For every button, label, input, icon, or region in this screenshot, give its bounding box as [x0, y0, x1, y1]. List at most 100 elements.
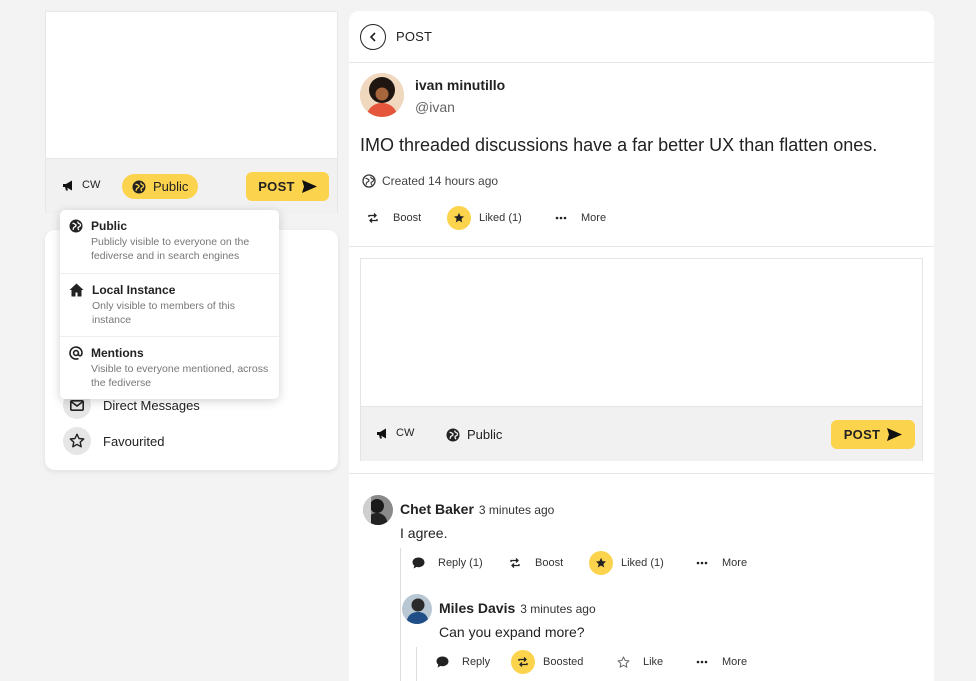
ellipsis-icon [690, 650, 714, 674]
panel-header: POST [349, 11, 934, 63]
comment-author[interactable]: Chet Baker [400, 501, 474, 517]
liked-label: Liked (1) [621, 557, 664, 569]
thread-line [416, 647, 417, 681]
send-icon [301, 180, 317, 193]
reply-composer: CW Public POST [360, 258, 923, 461]
comment-time[interactable]: 3 minutes ago [520, 602, 595, 616]
back-button[interactable] [360, 24, 386, 50]
reply-textarea[interactable] [361, 259, 922, 406]
option-description: Publicly visible to everyone on the fedi… [91, 236, 250, 262]
send-icon [887, 428, 903, 441]
like-button[interactable]: Like [611, 650, 663, 674]
like-label: Like [643, 656, 664, 668]
at-icon [69, 346, 83, 399]
boosted-label: Boosted [543, 656, 584, 668]
option-title: Local Instance [92, 283, 176, 297]
comment-author[interactable]: Miles Davis [439, 600, 515, 616]
page-title: POST [396, 29, 433, 44]
globe-icon [69, 219, 83, 273]
repeat-icon [361, 206, 385, 230]
left-composer: CW Public POST [45, 11, 338, 214]
cw-label: CW [396, 427, 415, 439]
more-label: More [722, 557, 748, 569]
globe-icon [446, 428, 460, 442]
divider [349, 473, 934, 474]
comment-header: Chet Baker 3 minutes ago [400, 501, 554, 517]
ellipsis-icon [690, 551, 714, 575]
visibility-label: Public [467, 427, 503, 442]
more-label: More [722, 656, 748, 668]
composer-toolbar: CW Public POST [46, 159, 337, 214]
more-button[interactable]: More [690, 551, 747, 575]
visibility-option-public[interactable]: Public Publicly visible to everyone on t… [60, 210, 279, 273]
star-icon [63, 427, 91, 455]
reply-button[interactable]: Reply (1) [406, 551, 483, 575]
nav-item-favourited[interactable]: Favourited [63, 427, 164, 455]
boost-button[interactable]: Boost [503, 551, 563, 575]
post-button[interactable]: POST [831, 420, 915, 449]
avatar[interactable] [360, 73, 404, 117]
option-description: Only visible to members of this instance [92, 300, 235, 326]
star-icon [589, 551, 613, 575]
reply-button[interactable]: Reply [430, 650, 490, 674]
megaphone-icon [376, 428, 389, 439]
visibility-dropdown: Public Publicly visible to everyone on t… [60, 210, 279, 399]
home-icon [69, 283, 84, 336]
composer-textarea[interactable] [46, 12, 337, 159]
reply-label: Reply (1) [438, 557, 483, 569]
globe-icon [132, 180, 146, 194]
more-label: More [581, 212, 607, 224]
option-description: Visible to everyone mentioned, across th… [91, 363, 269, 389]
comment-text: I agree. [400, 525, 448, 541]
liked-label: Liked (1) [479, 212, 522, 224]
created-label: Created 14 hours ago [382, 174, 499, 188]
ellipsis-icon [549, 206, 573, 230]
avatar[interactable] [402, 594, 432, 624]
visibility-button[interactable]: Public [122, 174, 199, 199]
repeat-icon [511, 650, 535, 674]
reply-toolbar: CW Public POST [361, 406, 922, 461]
cw-toggle[interactable]: CW [376, 427, 414, 439]
globe-icon [362, 174, 376, 188]
star-outline-icon [611, 650, 635, 674]
visibility-button[interactable]: Public [436, 422, 512, 447]
visibility-label: Public [153, 179, 189, 194]
cw-label: CW [82, 179, 101, 191]
option-title: Mentions [91, 346, 144, 360]
speech-bubble-icon [430, 650, 454, 674]
liked-button[interactable]: Liked (1) [589, 551, 664, 575]
boost-label: Boost [393, 212, 422, 224]
post-text: IMO threaded discussions have a far bett… [360, 135, 878, 155]
comment-header: Miles Davis 3 minutes ago [439, 600, 596, 616]
post-label: POST [258, 179, 295, 194]
avatar[interactable] [363, 495, 393, 525]
boosted-button[interactable]: Boosted [511, 650, 583, 674]
megaphone-icon [62, 180, 75, 191]
author-name[interactable]: ivan minutillo [415, 77, 505, 93]
post-label: POST [843, 427, 881, 442]
post-created: Created 14 hours ago [362, 174, 498, 188]
star-icon [447, 206, 471, 230]
comment-text: Can you expand more? [439, 624, 585, 640]
comment-time[interactable]: 3 minutes ago [479, 503, 554, 517]
thread-line [400, 548, 401, 681]
cw-toggle[interactable]: CW [62, 179, 100, 191]
post-detail-panel: POST ivan minutillo @ivan IMO threaded d… [349, 11, 934, 681]
speech-bubble-icon [406, 551, 430, 575]
option-title: Public [91, 219, 128, 233]
boost-button[interactable]: Boost [361, 206, 421, 230]
more-button[interactable]: More [549, 206, 606, 230]
reply-label: Reply [462, 656, 491, 668]
boost-label: Boost [535, 557, 564, 569]
author-handle[interactable]: @ivan [415, 99, 455, 115]
visibility-option-mentions[interactable]: Mentions Visible to everyone mentioned, … [60, 336, 279, 399]
post-button[interactable]: POST [246, 172, 329, 201]
visibility-option-local-instance[interactable]: Local Instance Only visible to members o… [60, 273, 279, 336]
divider [349, 246, 934, 247]
nav-item-label: Favourited [103, 433, 165, 449]
nav-item-label: Direct Messages [103, 397, 200, 413]
liked-button[interactable]: Liked (1) [447, 206, 522, 230]
chevron-left-icon [369, 32, 377, 42]
more-button[interactable]: More [690, 650, 747, 674]
repeat-icon [503, 551, 527, 575]
